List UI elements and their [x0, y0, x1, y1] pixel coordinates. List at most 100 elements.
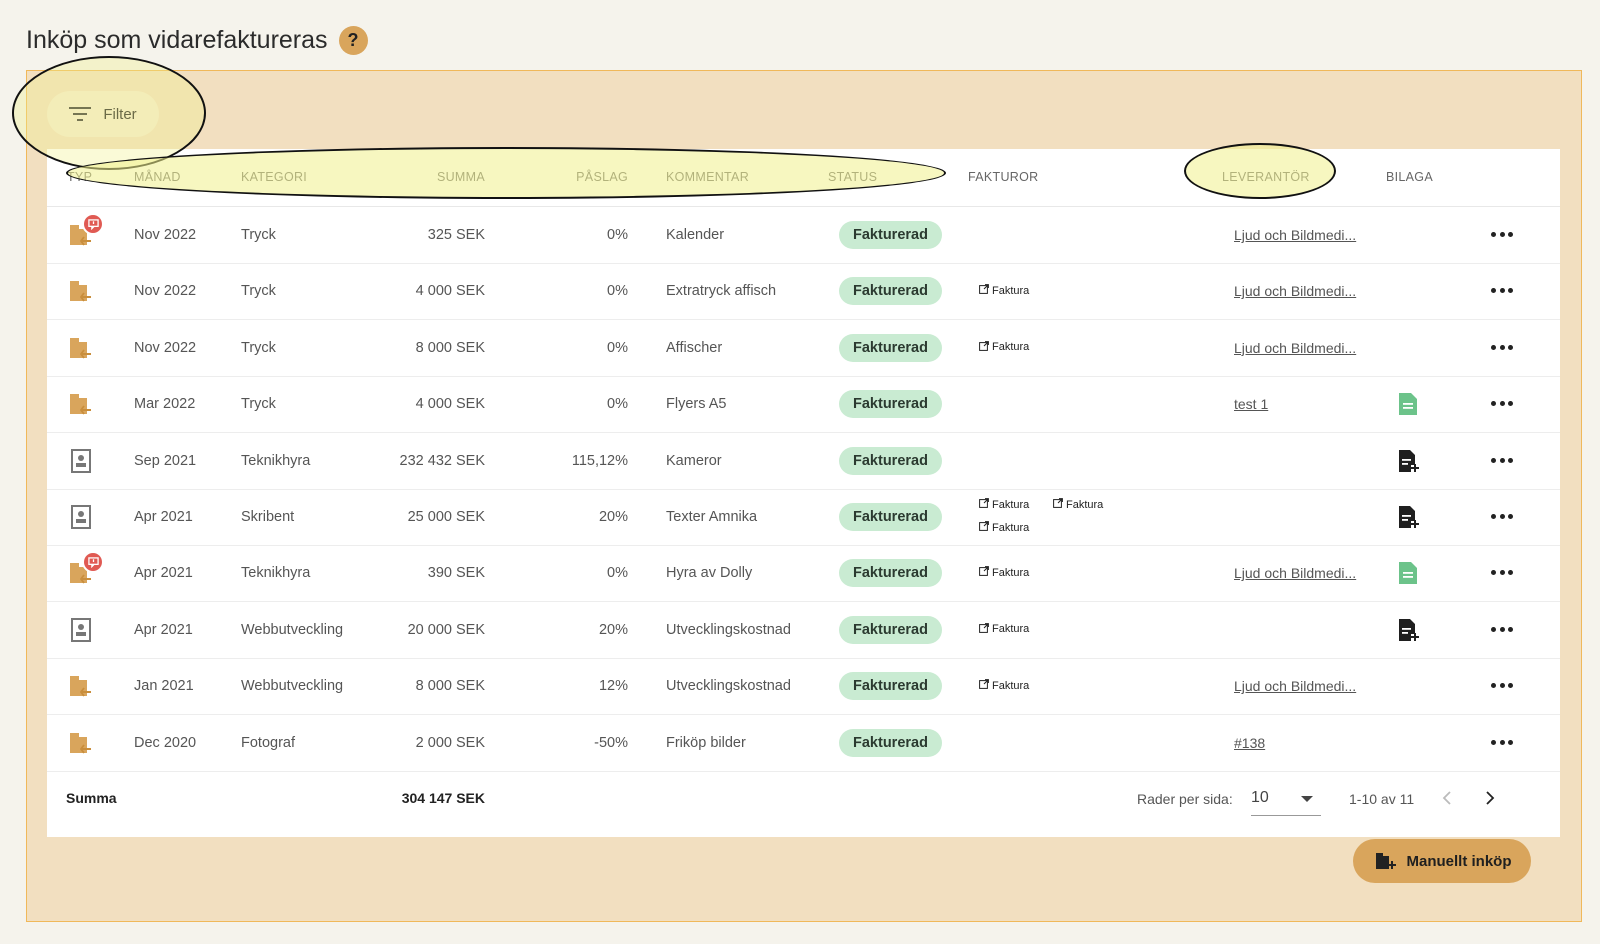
supplier-link[interactable]: Ljud och Bildmedi...	[1234, 227, 1356, 243]
note-icon[interactable]	[82, 551, 104, 574]
invoice-link[interactable]: Faktura	[1053, 498, 1103, 511]
document-icon[interactable]	[1397, 392, 1419, 416]
table-row[interactable]: Nov 2022 Tryck 4 000 SEK 0% Extratryck affis…	[47, 263, 1560, 321]
supplier-link[interactable]: Ljud och Bildmedi...	[1234, 340, 1356, 356]
table-row[interactable]: Jan 2021 Webbutveckling 8 000 SEK 12% Utveck…	[47, 658, 1560, 716]
pagination-range: 1-10 av 11	[1349, 791, 1415, 807]
add-document-icon[interactable]	[1397, 618, 1419, 642]
supplier-link[interactable]: test 1	[1234, 396, 1268, 412]
category-cell: Teknikhyra	[241, 452, 311, 469]
col-manad[interactable]: MÅNAD	[134, 170, 181, 184]
table-row[interactable]: Sep 2021 Teknikhyra 232 432 SEK 115,12% Kame…	[47, 433, 1560, 490]
markup-cell: 0%	[607, 565, 628, 582]
status-badge: Fakturerad	[839, 615, 942, 644]
invoice-link[interactable]: Faktura	[979, 521, 1029, 534]
comment-cell: Texter Amnika	[666, 509, 758, 525]
markup-cell: 12%	[598, 678, 628, 695]
supplier-link[interactable]: Ljud och Bildmedi...	[1234, 678, 1356, 694]
col-summa[interactable]: SUMMA	[347, 170, 485, 184]
rows-per-page-select[interactable]: 10	[1251, 780, 1321, 816]
markup-cell: -50%	[594, 734, 628, 751]
contact-card-icon	[68, 504, 94, 530]
more-options-icon[interactable]	[1491, 232, 1513, 238]
invoice-link[interactable]: Faktura	[979, 622, 1029, 636]
col-kategori[interactable]: KATEGORI	[241, 170, 307, 184]
category-cell: Webbutveckling	[241, 678, 344, 695]
more-options-icon[interactable]	[1491, 401, 1513, 407]
status-badge: Fakturerad	[839, 390, 942, 419]
table-row[interactable]: Nov 2022 Tryck 325 SEK 0% Kalender Fakturerad…	[47, 207, 1560, 264]
more-options-icon[interactable]	[1491, 570, 1513, 576]
external-link-icon	[979, 622, 989, 636]
sum-cell: 8 000 SEK	[415, 678, 485, 695]
invoice-link[interactable]: Faktura	[979, 498, 1029, 511]
table-row[interactable]: Apr 2021 Teknikhyra 390 SEK 0% Hyra av Dolly…	[47, 545, 1560, 603]
invoice-link-label: Faktura	[992, 284, 1030, 297]
status-badge: Fakturerad	[839, 221, 942, 249]
table-row[interactable]: Apr 2021 Webbutveckling 20 000 SEK 20% Utvec…	[47, 602, 1560, 659]
comment-cell: Hyra av Dolly	[666, 565, 753, 582]
month-cell: Dec 2020	[134, 734, 197, 751]
more-options-icon[interactable]	[1491, 457, 1513, 464]
supplier-link[interactable]: #138	[1234, 735, 1265, 751]
help-icon[interactable]: ?	[338, 26, 368, 55]
contact-card-icon	[68, 448, 94, 474]
markup-cell: 0%	[607, 396, 628, 413]
invoice-link[interactable]: Faktura	[979, 566, 1029, 579]
status-badge: Fakturerad	[839, 728, 942, 757]
table-header: TYP MÅNAD KATEGORI SUMMA PÅSLAG KOMMENTA…	[47, 149, 1560, 207]
markup-cell: 20%	[598, 509, 628, 525]
supplier-link[interactable]: Ljud och Bildmedi...	[1234, 565, 1356, 581]
invoice-link-label: Faktura	[992, 341, 1030, 354]
month-cell: Nov 2022	[134, 227, 197, 243]
status-badge: Fakturerad	[839, 446, 942, 475]
chevron-right-icon	[1486, 791, 1495, 805]
previous-page-button[interactable]	[1437, 787, 1457, 809]
more-options-icon[interactable]	[1491, 739, 1513, 746]
add-document-icon[interactable]	[1397, 505, 1419, 529]
next-page-button[interactable]	[1480, 787, 1500, 809]
col-typ[interactable]: TYP	[67, 170, 92, 184]
sum-cell: 25 000 SEK	[407, 509, 485, 525]
category-cell: Tryck	[241, 396, 276, 413]
comment-cell: Utvecklingskostnad	[666, 621, 791, 638]
more-options-icon[interactable]	[1491, 626, 1513, 633]
col-kommentar[interactable]: KOMMENTAR	[666, 170, 749, 184]
month-cell: Nov 2022	[134, 339, 197, 356]
status-badge: Fakturerad	[839, 672, 942, 701]
invoice-link-label: Faktura	[992, 521, 1030, 534]
table-row[interactable]: Nov 2022 Tryck 8 000 SEK 0% Affischer Fakture…	[47, 320, 1560, 377]
filter-icon	[69, 107, 92, 121]
manual-purchase-button[interactable]: Manuellt inköp	[1353, 839, 1531, 883]
table-row[interactable]: Dec 2020 Fotograf 2 000 SEK -50% Friköp bild…	[47, 715, 1560, 772]
sum-cell: 390 SEK	[427, 565, 485, 582]
supplier-link[interactable]: Ljud och Bildmedi...	[1234, 283, 1356, 299]
table-row[interactable]: Apr 2021 Skribent 25 000 SEK 20% Texter Amni…	[47, 489, 1560, 546]
col-paslag[interactable]: PÅSLAG	[527, 170, 628, 184]
external-link-icon	[979, 679, 989, 692]
note-icon[interactable]	[82, 213, 104, 235]
document-icon[interactable]	[1397, 561, 1419, 585]
table-row[interactable]: Mar 2022 Tryck 4 000 SEK 0% Flyers A5 Fakture…	[47, 376, 1560, 434]
purchase-box-icon	[68, 335, 94, 361]
invoice-link[interactable]: Faktura	[979, 679, 1029, 692]
filter-button[interactable]: Filter	[47, 91, 159, 137]
category-cell: Tryck	[241, 283, 276, 300]
filter-label: Filter	[103, 105, 137, 123]
purchase-box-icon	[68, 730, 94, 756]
col-fakturor: FAKTUROR	[968, 170, 1039, 184]
col-status[interactable]: STATUS	[828, 170, 877, 184]
external-link-icon	[979, 340, 989, 354]
comment-cell: Kameror	[666, 452, 722, 469]
page-title: Inköp som vidarefaktureras ?	[26, 26, 368, 55]
invoice-link[interactable]: Faktura	[979, 284, 1029, 297]
purchases-panel: Filter TYP MÅNAD KATEGORI SUMMA PÅSLAG K…	[26, 70, 1582, 922]
more-options-icon[interactable]	[1491, 344, 1513, 351]
chevron-down-icon	[1301, 796, 1313, 802]
col-leverantor[interactable]: LEVERANTÖR	[1222, 170, 1310, 184]
add-document-icon[interactable]	[1397, 449, 1419, 473]
invoice-link[interactable]: Faktura	[979, 340, 1030, 354]
more-options-icon[interactable]	[1491, 683, 1513, 689]
more-options-icon[interactable]	[1491, 514, 1513, 520]
more-options-icon[interactable]	[1491, 288, 1513, 294]
